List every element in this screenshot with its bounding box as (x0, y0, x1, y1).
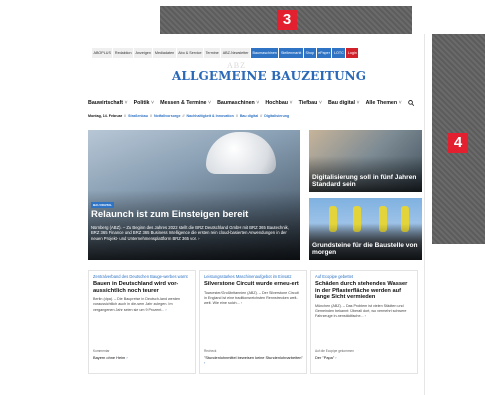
main-nav-item[interactable]: Messen & Termine ˅ (160, 100, 211, 106)
breadcrumb-separator: // (149, 114, 152, 118)
topic-link[interactable]: Notfallvorsorge (154, 114, 181, 118)
hero-category-tag: BAU DIGITAL (91, 202, 115, 208)
content-divider (424, 34, 425, 395)
card-title[interactable]: Silverstone Circuit wurde erneu-ert (204, 281, 302, 288)
related-label: Kommentar (93, 349, 110, 353)
site-logo[interactable]: ALLGEMEINE BAUZEITUNG (172, 69, 366, 83)
service-nav-item[interactable]: Termine (204, 48, 221, 58)
read-more-link[interactable]: › (165, 308, 166, 312)
main-nav: Bauwirtschaft ˅ Politik ˅ Messen & Termine… (88, 99, 414, 107)
topic-link[interactable]: Nachhaltigkeit & Innovation (187, 114, 234, 118)
side-teaser-grundsteine[interactable]: Grundsteine für die Baustelle von morgen (309, 198, 422, 260)
topic-breadcrumb: Montag, 14. Februar // Straßenbau // Not… (88, 114, 289, 118)
service-nav: ABOPLUS Redaktion Anzeigen Mediadaten Abo & … (92, 48, 359, 58)
chevron-down-icon: ˅ (124, 100, 128, 106)
breadcrumb-separator: // (182, 114, 185, 118)
service-nav-item[interactable]: ABOPLUS (92, 48, 113, 58)
chevron-down-icon: ˅ (208, 100, 212, 106)
service-nav-item[interactable]: Shop (303, 48, 316, 58)
related-link[interactable]: Bayern ohne Heim › (93, 355, 193, 360)
read-more-link[interactable]: › (365, 314, 366, 318)
chevron-down-icon: ˅ (398, 100, 402, 106)
card-kicker: Leistungsstarkes Maschinenaufgebot im Ei… (204, 274, 292, 279)
main-nav-item[interactable]: Tiefbau ˅ (299, 100, 322, 106)
chevron-down-icon: ˅ (289, 100, 293, 106)
service-nav-item[interactable]: ABZ-Newsletter (221, 48, 251, 58)
card-lead: München (ABZ). – Das Problem ist vielen … (315, 303, 407, 319)
ad-number-badge: 3 (277, 10, 297, 30)
breadcrumb-separator: // (260, 114, 263, 118)
breadcrumb-separator: // (124, 114, 127, 118)
card-kicker: Auf Ecopipe gebettet (315, 274, 354, 279)
main-nav-item[interactable]: Bauwirtschaft ˅ (88, 100, 128, 106)
service-nav-item[interactable]: Stellenmarkt (279, 48, 303, 58)
service-nav-item[interactable]: Anzeigen (134, 48, 153, 58)
related-link[interactable]: "Stundenlohnmittel beweisen keine Stunde… (204, 355, 304, 365)
ad-number-badge: 4 (448, 133, 468, 153)
read-more-link[interactable]: › (241, 301, 242, 305)
hero-lead: Nürnberg (ABZ). – Zu Beginn des Jahres 2… (91, 225, 289, 241)
breadcrumb-separator: // (235, 114, 238, 118)
service-nav-item[interactable]: LOTC (332, 48, 346, 58)
side-teaser-title[interactable]: Digitalisierung soll in fünf Jahren Stan… (312, 174, 420, 188)
chevron-down-icon: ˅ (151, 100, 155, 106)
side-teaser-digitalisierung[interactable]: Digitalisierung soll in fünf Jahren Stan… (309, 130, 422, 192)
chevron-down-icon: ˅ (356, 100, 360, 106)
service-nav-item[interactable]: Mediadaten (153, 48, 176, 58)
hero-image-helmet (206, 132, 276, 174)
side-teaser-title[interactable]: Grundsteine für die Baustelle von morgen (312, 242, 420, 256)
service-nav-item[interactable]: Abo & Service (176, 48, 204, 58)
related-link[interactable]: Der "Papa" › (315, 355, 415, 360)
main-nav-item[interactable]: Baumaschinen ˅ (217, 100, 259, 106)
service-nav-item[interactable]: ePaper (316, 48, 332, 58)
chevron-down-icon: ˅ (318, 100, 322, 106)
hero-title[interactable]: Relaunch ist zum Einsteigen bereit (91, 210, 296, 220)
card-title[interactable]: Schäden durch stehendes Wasser in der Pf… (315, 281, 413, 301)
card-lead: Berlin (dpa). – Die Baupreise in Deutsch… (93, 297, 181, 312)
topic-link[interactable]: Bau digital (240, 114, 258, 118)
main-nav-item[interactable]: Politik ˅ (134, 100, 154, 106)
service-nav-item[interactable]: Baumaschinen (251, 48, 279, 58)
search-icon[interactable] (407, 99, 414, 107)
main-nav-item[interactable]: Alle Themen ˅ (366, 100, 402, 106)
related-label: Auf die Ecopipe gekommen (315, 349, 354, 353)
hero-teaser[interactable]: BAU DIGITAL Relaunch ist zum Einsteigen … (88, 130, 300, 260)
service-nav-item[interactable]: Login (346, 48, 359, 58)
chevron-down-icon: ˅ (256, 100, 260, 106)
breadcrumb-date: Montag, 14. Februar (88, 114, 123, 118)
main-nav-item[interactable]: Hochbau ˅ (265, 100, 292, 106)
article-card[interactable]: Zentralverband des Deutschen Bauge-werbe… (88, 270, 196, 374)
related-label: Recheck (204, 349, 217, 353)
card-lead: Towcester/Großbritannien (ABZ). – Der Si… (204, 290, 299, 305)
card-kicker: Zentralverband des Deutschen Bauge-werbe… (93, 274, 188, 279)
article-card[interactable]: Leistungsstarkes Maschinenaufgebot im Ei… (199, 270, 307, 374)
topic-link[interactable]: Digitalisierung (264, 114, 289, 118)
article-card[interactable]: Auf Ecopipe gebettet Schäden durch stehe… (310, 270, 418, 374)
card-title[interactable]: Bauen in Deutschland wird vor-aussichtli… (93, 281, 191, 294)
topic-link[interactable]: Straßenbau (128, 114, 148, 118)
service-nav-item[interactable]: Redaktion (113, 48, 134, 58)
main-nav-item[interactable]: Bau digital ˅ (328, 100, 360, 106)
